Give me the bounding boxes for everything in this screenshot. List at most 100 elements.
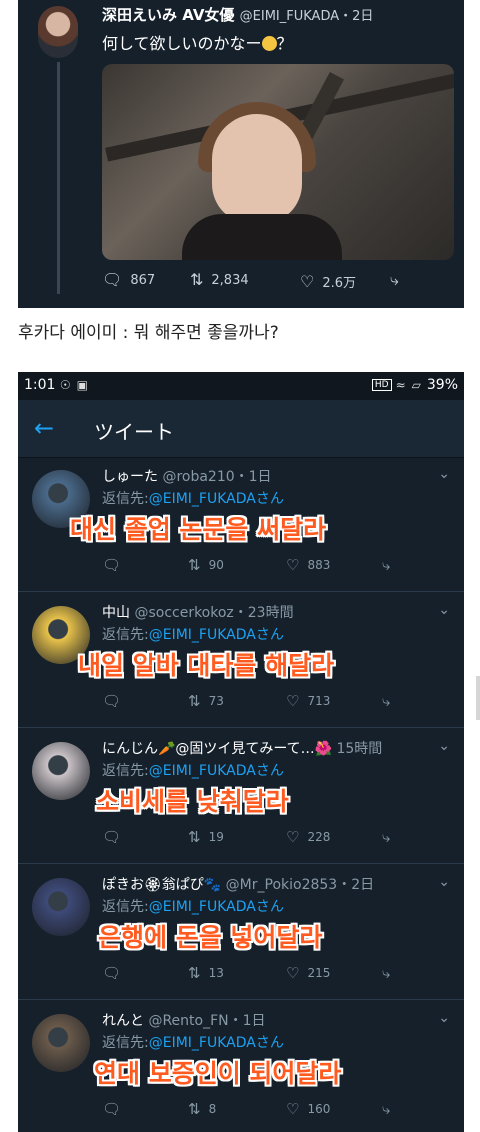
reply-button[interactable]: 🗨 xyxy=(102,1100,121,1118)
instagram-icon: ☉ xyxy=(59,378,71,392)
tweet-photo[interactable] xyxy=(102,64,454,260)
like-button[interactable]: ♡ 215 xyxy=(286,964,330,982)
reply-icon: 🗨 xyxy=(102,828,122,846)
reply-tweet[interactable]: ぽきお🏵翁ぱぴ🐾 @Mr_Pokio2853・2日 ⌄ 返信先:@EIMI_FUKA… xyxy=(18,866,464,1000)
share-button[interactable]: ⤷ xyxy=(382,692,390,710)
reply-to-line: 返信先:@EIMI_FUKADAさん xyxy=(102,624,284,644)
reply-icon: 🗨 xyxy=(102,964,122,982)
share-button[interactable]: ⤷ xyxy=(382,556,390,574)
share-button[interactable]: ⤷ xyxy=(382,1100,390,1118)
tweet-actions: 🗨 867 ⇅ 2,834 ♡ 2.6万 ⤷ xyxy=(102,272,454,296)
reply-author-name: しゅーた xyxy=(102,469,158,485)
reply-avatar[interactable] xyxy=(32,878,90,936)
original-tweet-card: 深田えいみ AV女優 @EIMI_FUKADA・2日 何して欲しいのかなー ？ 🗨… xyxy=(18,0,464,308)
reply-author-name: れんと xyxy=(102,1013,144,1029)
like-button[interactable]: ♡ 713 xyxy=(286,692,330,710)
retweet-button[interactable]: ⇅ 8 xyxy=(188,1100,216,1118)
retweet-count: 19 xyxy=(208,830,224,844)
caption-text: 후카다 에이미 : 뭐 해주면 좋을까나? xyxy=(18,323,279,343)
reply-button[interactable]: 🗨 xyxy=(102,556,121,574)
author-display-name: 深田えいみ AV女優 xyxy=(102,6,235,24)
status-indicators: HD ≈ ▱ 39% xyxy=(371,377,458,393)
status-time: 1:01 ☉ ▣ xyxy=(24,377,94,393)
photo-subject-body xyxy=(182,214,342,260)
app-header: ← ツイート xyxy=(18,400,464,458)
reply-to-label: 返信先: xyxy=(102,627,149,643)
reply-author-name: ぽきお🏵翁ぱぴ🐾 xyxy=(102,877,222,893)
heart-icon: ♡ xyxy=(286,828,300,846)
reply-to-line: 返信先:@EIMI_FUKADAさん xyxy=(102,1032,284,1052)
reply-to-mention[interactable]: @EIMI_FUKADAさん xyxy=(149,491,284,507)
retweet-icon: ⇅ xyxy=(188,964,201,982)
reply-actions: 🗨 ⇅ 8 ♡ 160 ⤷ xyxy=(102,1100,442,1120)
smile-emoji-icon xyxy=(261,36,277,51)
reply-to-mention[interactable]: @EIMI_FUKADAさん xyxy=(149,627,284,643)
reply-tweet[interactable]: 中山 @soccerkokoz・23時間 ⌄ 返信先:@EIMI_FUKADAさん 내… xyxy=(18,594,464,728)
reply-to-line: 返信先:@EIMI_FUKADAさん xyxy=(102,760,284,780)
reply-to-mention[interactable]: @EIMI_FUKADAさん xyxy=(149,1035,284,1051)
reply-tweet[interactable]: にんじん🥕@固ツイ見てみーて…🌺 15時間 ⌄ 返信先:@EIMI_FUKADAさん… xyxy=(18,730,464,864)
reply-to-label: 返信先: xyxy=(102,1035,149,1051)
like-button[interactable]: ♡ 883 xyxy=(286,556,330,574)
reply-avatar[interactable] xyxy=(32,1014,90,1072)
status-time-text: 1:01 xyxy=(24,377,56,393)
reply-to-line: 返信先:@EIMI_FUKADAさん xyxy=(102,488,284,508)
reply-to-label: 返信先: xyxy=(102,491,149,507)
reply-author[interactable]: ぽきお🏵翁ぱぴ🐾 @Mr_Pokio2853・2日 xyxy=(102,874,374,894)
reply-button[interactable]: 🗨 867 xyxy=(102,272,155,288)
reply-author-handle: @Mr_Pokio2853・2日 xyxy=(225,877,375,893)
thread-line xyxy=(57,62,60,294)
reply-tweet[interactable]: しゅーた @roba210・1日 ⌄ 返信先:@EIMI_FUKADAさん 대신 졸업… xyxy=(18,458,464,592)
heart-icon: ♡ xyxy=(300,271,315,291)
share-button[interactable]: ⤷ xyxy=(382,828,390,846)
like-count: 228 xyxy=(307,830,331,844)
chevron-down-icon[interactable]: ⌄ xyxy=(438,874,450,890)
reply-author-handle: 15時間 xyxy=(336,741,383,757)
reply-author[interactable]: 中山 @soccerkokoz・23時間 xyxy=(102,602,294,622)
reply-button[interactable]: 🗨 xyxy=(102,692,121,710)
reply-tweet[interactable]: れんと @Rento_FN・1日 ⌄ 返信先:@EIMI_FUKADAさん 연대 보증… xyxy=(18,1002,464,1132)
chevron-down-icon[interactable]: ⌄ xyxy=(438,602,450,618)
like-button[interactable]: ♡ 160 xyxy=(286,1100,330,1118)
retweet-button[interactable]: ⇅ 73 xyxy=(188,692,224,710)
like-count: 215 xyxy=(307,966,331,980)
reply-author[interactable]: しゅーた @roba210・1日 xyxy=(102,466,272,486)
back-arrow-icon[interactable]: ← xyxy=(34,414,54,442)
reply-icon: 🗨 xyxy=(102,692,122,710)
author-avatar[interactable] xyxy=(38,6,78,58)
share-icon: ⤷ xyxy=(382,556,391,574)
retweet-count: 8 xyxy=(208,1102,217,1116)
share-button[interactable]: ⤷ xyxy=(382,964,390,982)
korean-caption-overlay: 소비세를 낮춰달라 xyxy=(96,787,289,816)
author-handle: @EIMI_FUKADA・2日 xyxy=(239,9,374,24)
reply-to-mention[interactable]: @EIMI_FUKADAさん xyxy=(149,899,284,915)
reply-author[interactable]: にんじん🥕@固ツイ見てみーて…🌺 15時間 xyxy=(102,738,382,758)
like-count: 713 xyxy=(307,694,331,708)
reply-author[interactable]: れんと @Rento_FN・1日 xyxy=(102,1010,266,1030)
reply-author-handle: @Rento_FN・1日 xyxy=(148,1013,266,1029)
retweet-button[interactable]: ⇅ 13 xyxy=(188,964,224,982)
author-name[interactable]: 深田えいみ AV女優 @EIMI_FUKADA・2日 xyxy=(102,4,373,25)
like-button[interactable]: ♡ 2.6万 xyxy=(300,272,356,291)
share-button[interactable]: ⤷ xyxy=(390,272,399,288)
retweet-count: 90 xyxy=(208,558,224,572)
retweet-icon: ⇅ xyxy=(188,1100,201,1118)
retweet-button[interactable]: ⇅ 90 xyxy=(188,556,224,574)
chevron-down-icon[interactable]: ⌄ xyxy=(438,738,450,754)
reply-author-handle: @soccerkokoz・23時間 xyxy=(134,605,294,621)
chevron-down-icon[interactable]: ⌄ xyxy=(438,1010,450,1026)
reply-button[interactable]: 🗨 xyxy=(102,964,121,982)
like-count: 160 xyxy=(307,1102,331,1116)
reply-avatar[interactable] xyxy=(32,742,90,800)
retweet-button[interactable]: ⇅ 19 xyxy=(188,828,224,846)
heart-icon: ♡ xyxy=(286,964,300,982)
like-button[interactable]: ♡ 228 xyxy=(286,828,330,846)
reply-author-handle: @roba210・1日 xyxy=(162,469,272,485)
phone-screenshot: 1:01 ☉ ▣ HD ≈ ▱ 39% ← ツイート しゅーた @roba210・1日 ⌄… xyxy=(18,372,464,1132)
reply-button[interactable]: 🗨 xyxy=(102,828,121,846)
chevron-down-icon[interactable]: ⌄ xyxy=(438,466,450,482)
reply-to-mention[interactable]: @EIMI_FUKADAさん xyxy=(149,763,284,779)
retweet-button[interactable]: ⇅ 2,834 xyxy=(190,272,249,288)
share-icon: ⤷ xyxy=(382,692,391,710)
share-icon: ⤷ xyxy=(382,964,391,982)
